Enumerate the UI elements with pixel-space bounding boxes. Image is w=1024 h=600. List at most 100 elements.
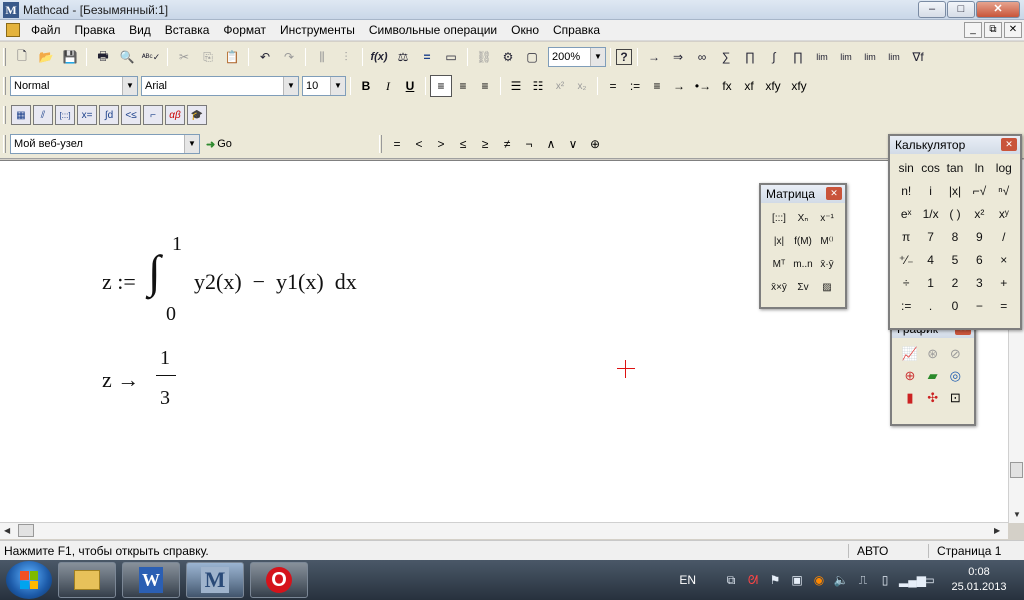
insert-hyperlink-icon[interactable]: ⛓ bbox=[473, 46, 495, 68]
calc-imaginary-button[interactable]: i bbox=[918, 179, 942, 202]
calc-digit-6-button[interactable]: 6 bbox=[967, 248, 991, 271]
italic-button[interactable]: I bbox=[377, 75, 399, 97]
eval-define-button[interactable]: := bbox=[624, 75, 646, 97]
align-down-icon[interactable]: ⫶ bbox=[335, 46, 357, 68]
vector-sum-button[interactable]: Σv bbox=[791, 276, 815, 299]
menu-window[interactable]: Окно bbox=[504, 23, 546, 37]
infinity-icon[interactable]: ∞ bbox=[691, 46, 713, 68]
range-variable-button[interactable]: m..n bbox=[791, 253, 815, 276]
open-icon[interactable]: 📂 bbox=[35, 46, 57, 68]
bool-ne-button[interactable]: ≠ bbox=[496, 133, 518, 155]
scroll-down-icon[interactable]: ▼ bbox=[1013, 510, 1021, 519]
calc-reciprocal-button[interactable]: 1/x bbox=[918, 202, 942, 225]
calc-digit-4-button[interactable]: 4 bbox=[918, 248, 942, 271]
copy-icon[interactable]: ⎘ bbox=[197, 46, 219, 68]
calc-equals-button[interactable]: = bbox=[992, 294, 1016, 317]
bool-xor-button[interactable]: ⊕ bbox=[584, 133, 606, 155]
symbolic-keyword-icon[interactable]: ⇒ bbox=[667, 46, 689, 68]
taskbar-word[interactable]: W bbox=[122, 562, 180, 598]
flag-icon[interactable]: ⚑ bbox=[767, 572, 783, 588]
superscript-button[interactable]: x² bbox=[549, 75, 571, 97]
calc-divide-slash-button[interactable]: / bbox=[992, 225, 1016, 248]
calc-power-button[interactable]: xʸ bbox=[992, 202, 1016, 225]
vector-field-icon[interactable]: ⊡ bbox=[945, 388, 965, 408]
toolbar-grip[interactable] bbox=[3, 48, 6, 66]
device-icon[interactable]: ▣ bbox=[789, 572, 805, 588]
web-address-select[interactable]: Мой веб-узел ▼ bbox=[10, 134, 200, 154]
graph-palette[interactable]: График ✕ 📈 ⊛ ⊘ ⊕ ▰ ◎ ▮ ✣ ⊡ bbox=[890, 318, 976, 426]
horizontal-scroll-thumb[interactable] bbox=[18, 524, 34, 537]
network-share-icon[interactable]: ⧉ bbox=[723, 572, 739, 588]
cross-product-button[interactable]: x̄×ȳ bbox=[767, 276, 791, 299]
matrix-transpose-button[interactable]: Mᵀ bbox=[767, 253, 791, 276]
bool-equal-button[interactable]: = bbox=[386, 133, 408, 155]
doc-minimize-button[interactable]: _ bbox=[964, 22, 982, 38]
battery-icon[interactable]: ▯ bbox=[877, 572, 893, 588]
scroll-left-icon[interactable]: ◀ bbox=[4, 526, 10, 535]
undo-icon[interactable]: ↶ bbox=[254, 46, 276, 68]
signal-icon[interactable]: ▂▄▆ bbox=[899, 572, 926, 588]
calc-digit-9-button[interactable]: 9 bbox=[967, 225, 991, 248]
eval-keyword-button[interactable]: •→ bbox=[690, 75, 716, 97]
calculate-icon[interactable]: = bbox=[416, 46, 438, 68]
bool-ge-button[interactable]: ≥ bbox=[474, 133, 496, 155]
numbering-icon[interactable]: ☷ bbox=[527, 75, 549, 97]
insert-unit-icon[interactable]: ⚖ bbox=[392, 46, 414, 68]
antivirus-icon[interactable]: ◉ bbox=[811, 572, 827, 588]
font-select[interactable]: Arial ▼ bbox=[141, 76, 299, 96]
eval-symbolic-button[interactable]: → bbox=[668, 75, 690, 97]
save-icon[interactable]: 💾 bbox=[59, 46, 81, 68]
bool-greater-button[interactable]: > bbox=[430, 133, 452, 155]
boolean-icon[interactable]: <≤ bbox=[121, 105, 141, 125]
calc-nth-root-button[interactable]: ⁿ√ bbox=[992, 179, 1016, 202]
taskbar-explorer[interactable] bbox=[58, 562, 116, 598]
matrix-insert-button[interactable]: [:::] bbox=[767, 207, 791, 230]
calc-plus-minus-button[interactable]: ⁺⁄₋ bbox=[894, 248, 918, 271]
volume-icon[interactable]: 🔈 bbox=[833, 572, 849, 588]
polar-plot-icon[interactable]: ⊕ bbox=[900, 366, 920, 386]
close-icon[interactable]: ✕ bbox=[826, 187, 842, 200]
bool-le-button[interactable]: ≤ bbox=[452, 133, 474, 155]
toolbar-grip[interactable] bbox=[379, 135, 382, 153]
scroll-right-icon[interactable]: ▶ bbox=[994, 526, 1000, 535]
style-select[interactable]: Normal ▼ bbox=[10, 76, 138, 96]
toolbar-grip[interactable] bbox=[3, 135, 6, 153]
calc-digit-0-button[interactable]: 0 bbox=[943, 294, 967, 317]
trace-icon[interactable]: ⊘ bbox=[945, 344, 965, 364]
programming-icon[interactable]: ⌐ bbox=[143, 105, 163, 125]
zoom-select[interactable]: 200% ▼ bbox=[548, 47, 606, 67]
calc-decimal-point-button[interactable]: . bbox=[918, 294, 942, 317]
bool-less-button[interactable]: < bbox=[408, 133, 430, 155]
infix-op-button[interactable]: xfy bbox=[760, 75, 786, 97]
eval-equal-button[interactable]: = bbox=[602, 75, 624, 97]
insert-graph-icon[interactable]: ▭ bbox=[440, 46, 462, 68]
toolbar-grip[interactable] bbox=[3, 106, 6, 124]
prefix-op-button[interactable]: fx bbox=[716, 75, 738, 97]
subscript-button[interactable]: x₂ bbox=[571, 75, 593, 97]
menu-file[interactable]: Файл bbox=[24, 23, 68, 37]
calc-digit-1-button[interactable]: 1 bbox=[918, 271, 942, 294]
calc-digit-2-button[interactable]: 2 bbox=[943, 271, 967, 294]
matrix-icon[interactable]: [:::] bbox=[55, 105, 75, 125]
calc-digit-5-button[interactable]: 5 bbox=[943, 248, 967, 271]
align-left-icon[interactable]: ≡ bbox=[430, 75, 452, 97]
align-across-icon[interactable]: ⫼ bbox=[311, 46, 333, 68]
menu-format[interactable]: Формат bbox=[216, 23, 273, 37]
doc-close-button[interactable]: ✕ bbox=[1004, 22, 1022, 38]
calc-plus-button[interactable]: + bbox=[992, 271, 1016, 294]
postfix-op-button[interactable]: xf bbox=[738, 75, 760, 97]
calc-absolute-button[interactable]: |x| bbox=[943, 179, 967, 202]
surface-plot-icon[interactable]: ▰ bbox=[923, 366, 943, 386]
acrobat-icon[interactable]: ᘛ bbox=[745, 572, 761, 588]
eval-global-button[interactable]: ≡ bbox=[646, 75, 668, 97]
matrix-vectorize-button[interactable]: f(M) bbox=[791, 230, 815, 253]
calc-ln-button[interactable]: ln bbox=[967, 156, 991, 179]
calc-define-button[interactable]: := bbox=[894, 294, 918, 317]
calc-divide-button[interactable]: ÷ bbox=[894, 271, 918, 294]
calc-tan-button[interactable]: tan bbox=[943, 156, 967, 179]
picture-button[interactable]: ▨ bbox=[815, 276, 839, 299]
menu-insert[interactable]: Вставка bbox=[158, 23, 217, 37]
calc-digit-8-button[interactable]: 8 bbox=[943, 225, 967, 248]
bold-button[interactable]: B bbox=[355, 75, 377, 97]
menu-view[interactable]: Вид bbox=[122, 23, 158, 37]
